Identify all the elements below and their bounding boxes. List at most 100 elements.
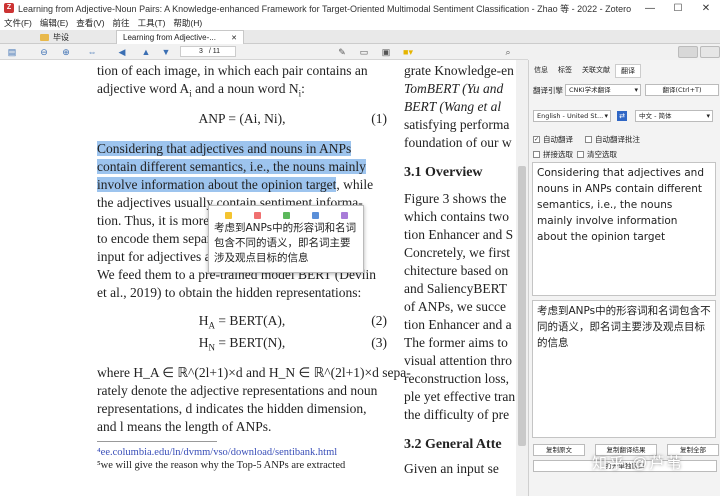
search-icon[interactable]: ⌕ — [500, 46, 516, 58]
sidebar-toggle-icon[interactable]: ▤ — [4, 46, 20, 58]
equation-number: (1) — [371, 111, 387, 126]
page-up-icon[interactable]: ▲ — [138, 46, 154, 58]
text-line: tion Enhancer and S — [404, 227, 514, 242]
tab-library[interactable]: 毕设 — [34, 30, 75, 44]
footnote[interactable]: ⁴ee.columbia.edu/ln/dvmm/vso/download/se… — [97, 446, 387, 459]
menu-go[interactable]: 前往 — [113, 17, 130, 29]
tab-info[interactable]: 信息 — [529, 64, 553, 78]
equation-3: HN = BERT(N), (3) — [198, 335, 387, 353]
tab-bar: 毕设 Learning from Adjective-... ✕ — [0, 30, 720, 44]
highlight-tool-icon[interactable]: ▭ — [356, 46, 372, 58]
auto-translate-annotation-label: 自动翻译批注 — [595, 135, 640, 144]
menu-view[interactable]: 查看(V) — [76, 17, 104, 29]
page-current: 3 — [199, 48, 203, 55]
highlighted-line[interactable]: Considering that adjectives and nouns in… — [97, 140, 387, 158]
color-picker-icon[interactable]: ■▾ — [400, 46, 416, 58]
copy-source-button[interactable]: 复制原文 — [533, 444, 585, 456]
pdf-view[interactable]: tion of each image, in which each pair c… — [0, 60, 528, 496]
highlight-color-red[interactable] — [254, 212, 261, 219]
text-line: tion Enhancer and a — [404, 317, 512, 332]
equation-number: (3) — [371, 335, 387, 350]
sidepane-tabs: 信息 标签 关联文献 翻译 — [529, 64, 641, 78]
highlight-color-blue[interactable] — [312, 212, 319, 219]
area-select-icon[interactable]: ▣ — [378, 46, 394, 58]
scrollbar-thumb[interactable] — [518, 166, 526, 446]
equation-2: HA = BERT(A), (2) — [198, 313, 387, 331]
pdf-right-column: grate Knowledge-en TomBERT (Yu and BERT … — [404, 62, 516, 478]
text-line: visual attention thro — [404, 353, 512, 368]
text-line: Figure 3 shows the — [404, 191, 507, 206]
swap-language-icon[interactable]: ⇄ — [617, 111, 627, 121]
menu-tools[interactable]: 工具(T) — [138, 17, 166, 29]
close-button[interactable]: ✕ — [692, 3, 720, 14]
tab-pdf-reader[interactable]: Learning from Adjective-... ✕ — [116, 30, 244, 44]
clear-select-checkbox[interactable] — [577, 151, 584, 158]
minimize-button[interactable]: — — [636, 3, 664, 14]
clear-select-label: 清空选取 — [587, 150, 617, 159]
language-row: English - United St... ⇄ 中文 - 简体 — [533, 110, 713, 122]
popup-translation: 考虑到ANPs中的形容词和名词包含不同的语义，即名词主要涉及观点目标的信息 — [214, 222, 357, 264]
auto-translate-annotation-checkbox[interactable] — [585, 136, 592, 143]
target-language-select[interactable]: 中文 - 简体 — [635, 110, 713, 122]
engine-select[interactable]: CNKI学术翻译 — [565, 84, 641, 96]
page-number-field[interactable]: 3 / 11 — [180, 46, 236, 57]
source-language-select[interactable]: English - United St... — [533, 110, 611, 122]
text-line: Concretely, we first — [404, 245, 510, 260]
highlight-color-yellow[interactable] — [225, 212, 232, 219]
equation-number: (2) — [371, 313, 387, 328]
context-pane-button[interactable] — [700, 46, 720, 58]
text-line: ple yet effective tran — [404, 389, 516, 404]
zoom-out-icon[interactable]: ⊖ — [36, 46, 52, 58]
highlight-color-green[interactable] — [283, 212, 290, 219]
equation-1: ANP = (Ai, Ni), (1) — [198, 111, 388, 126]
back-arrow-icon[interactable]: ◀ — [114, 46, 130, 58]
text-line: adjective word Ai and a noun word Ni: — [97, 81, 305, 99]
sidepane-toolbar — [528, 44, 720, 60]
highlighted-line[interactable]: involve information about the opinion ta… — [97, 176, 387, 194]
text-line: et al., 2019) to obtain the hidden repre… — [97, 285, 362, 300]
text-line: grate Knowledge-en — [404, 63, 514, 78]
note-icon[interactable]: ✎ — [334, 46, 350, 58]
tab-related[interactable]: 关联文献 — [577, 64, 615, 78]
text-line: where H_A ∈ ℝ^(2l+1)×d and H_N ∈ ℝ^(2l+1… — [97, 365, 411, 380]
highlight-color-row — [209, 206, 363, 219]
concat-select-checkbox[interactable] — [533, 151, 540, 158]
text-line: tion of each image, in which each pair c… — [97, 63, 368, 78]
text-line: of ANPs, we succe — [404, 299, 506, 314]
folder-icon — [40, 33, 49, 41]
tab-close-icon[interactable]: ✕ — [231, 34, 237, 42]
tab-translate[interactable]: 翻译 — [615, 64, 641, 78]
text-line: which contains two — [404, 209, 509, 224]
zotero-app-icon: Z — [4, 3, 14, 13]
menu-edit[interactable]: 编辑(E) — [40, 17, 68, 29]
text-line: rately denote the adjective representati… — [97, 383, 378, 398]
result-text-box[interactable]: 考虑到ANPs中的形容词和名词包含不同的语义，即名词主要涉及观点目标的信息 — [532, 300, 716, 438]
tab-pdf-label: Learning from Adjective-... — [123, 33, 216, 42]
tab-library-label: 毕设 — [53, 32, 69, 42]
menu-bar: 文件(F) 编辑(E) 查看(V) 前往 工具(T) 帮助(H) — [0, 16, 720, 30]
text-line: foundation of our w — [404, 135, 512, 150]
menu-file[interactable]: 文件(F) — [4, 17, 32, 29]
text-line: chitecture based on — [404, 263, 509, 278]
maximize-button[interactable]: ☐ — [664, 3, 692, 14]
zoom-in-icon[interactable]: ⊕ — [58, 46, 74, 58]
source-text-box[interactable]: Considering that adjectives and nouns in… — [532, 162, 716, 296]
text-line: reconstruction loss, — [404, 371, 509, 386]
highlight-color-purple[interactable] — [341, 212, 348, 219]
text-line: satisfying performa — [404, 117, 510, 132]
pdf-scrollbar[interactable] — [516, 60, 528, 496]
concat-select-label: 拼接选取 — [543, 150, 573, 159]
window-title: Learning from Adjective-Noun Pairs: A Kn… — [18, 3, 632, 14]
tab-tags[interactable]: 标签 — [553, 64, 577, 78]
translate-button[interactable]: 翻译(Ctrl+T) — [645, 84, 719, 96]
toggle-sidepane-button[interactable] — [678, 46, 698, 58]
auto-translate-checkbox[interactable]: ✓ — [533, 136, 540, 143]
page-down-icon[interactable]: ▼ — [158, 46, 174, 58]
menu-help[interactable]: 帮助(H) — [173, 17, 202, 29]
selection-popup: 考虑到ANPs中的形容词和名词包含不同的语义，即名词主要涉及观点目标的信息 — [208, 205, 364, 273]
engine-row: 翻译引擎 CNKI学术翻译 翻译(Ctrl+T) — [533, 84, 719, 96]
fit-width-icon[interactable]: ⇔ — [84, 46, 100, 58]
text-line: Given an input se — [404, 461, 499, 476]
section-heading: 3.2 General Atte — [404, 437, 502, 452]
highlighted-line[interactable]: contain different semantics, i.e., the n… — [97, 158, 387, 176]
